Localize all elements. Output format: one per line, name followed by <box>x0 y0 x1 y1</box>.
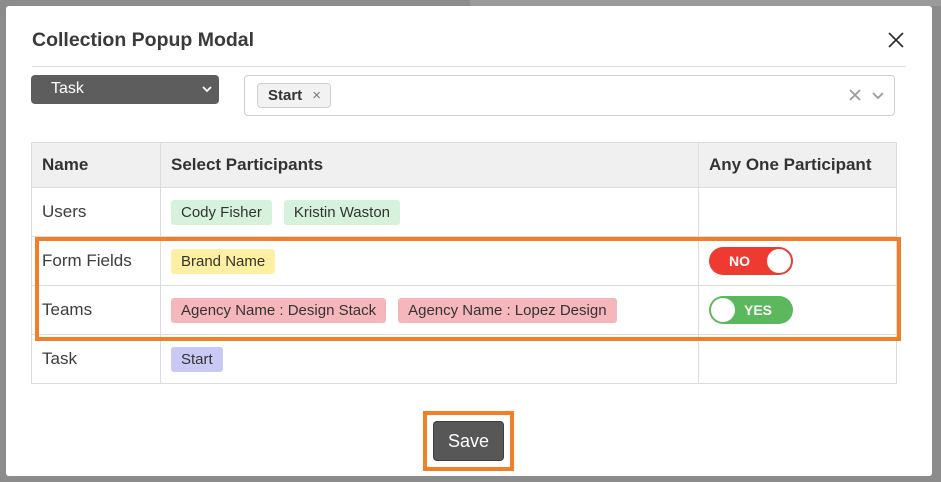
participant-tag: Start <box>171 346 223 372</box>
participant-tag: Agency Name : Lopez Design <box>398 297 617 323</box>
table-row: Task Start <box>31 334 897 384</box>
type-select[interactable]: Task <box>31 75 219 104</box>
participant-tag: Cody Fisher <box>171 199 272 225</box>
modal-header: Collection Popup Modal <box>32 28 906 67</box>
row-participants: Cody Fisher Kristin Waston <box>160 187 699 237</box>
table-row: Users Cody Fisher Kristin Waston <box>31 187 897 237</box>
chip-label: Start <box>268 87 303 104</box>
toggle-knob <box>711 298 735 322</box>
chevron-down-icon <box>202 86 212 93</box>
toggle-label: NO <box>729 253 750 269</box>
header-name: Name <box>31 142 161 188</box>
row-any-one: NO <box>698 236 897 286</box>
toggle-knob <box>767 249 791 273</box>
table-row: Form Fields Brand Name NO <box>31 236 897 286</box>
type-select-value: Task <box>51 80 84 97</box>
participants-table: Name Select Participants Any One Partici… <box>31 142 897 384</box>
row-any-one: YES <box>698 285 897 335</box>
toggle-label: YES <box>744 302 773 318</box>
row-name: Teams <box>31 285 161 335</box>
chip-remove-icon[interactable]: × <box>312 87 321 104</box>
participant-tag: Brand Name <box>171 248 276 274</box>
row-any-one <box>698 187 897 237</box>
any-one-toggle-teams[interactable]: YES <box>709 296 793 324</box>
header-any-one-participant: Any One Participant <box>698 142 897 188</box>
participant-tag: Kristin Waston <box>283 199 400 225</box>
save-button[interactable]: Save <box>433 421 504 461</box>
any-one-toggle-form-fields[interactable]: NO <box>709 247 793 275</box>
close-button[interactable] <box>884 28 908 52</box>
table-row: Teams Agency Name : Design Stack Agency N… <box>31 285 897 335</box>
selected-chip-start: Start × <box>257 83 331 108</box>
header-select-participants: Select Participants <box>160 142 699 188</box>
highlight-box-save: Save <box>423 411 514 471</box>
modal-title: Collection Popup Modal <box>32 29 255 51</box>
participant-multi-select[interactable]: Start × <box>244 75 895 116</box>
close-icon <box>888 32 904 48</box>
row-name: Form Fields <box>31 236 161 286</box>
row-name: Task <box>31 334 161 384</box>
chevron-down-icon[interactable] <box>871 89 885 103</box>
participant-tag: Agency Name : Design Stack <box>171 297 387 323</box>
row-participants: Agency Name : Design Stack Agency Name : … <box>160 285 699 335</box>
row-participants: Brand Name <box>160 236 699 286</box>
clear-icon[interactable] <box>848 88 862 102</box>
table-header-row: Name Select Participants Any One Partici… <box>31 142 897 188</box>
row-participants: Start <box>160 334 699 384</box>
row-name: Users <box>31 187 161 237</box>
row-any-one <box>698 334 897 384</box>
